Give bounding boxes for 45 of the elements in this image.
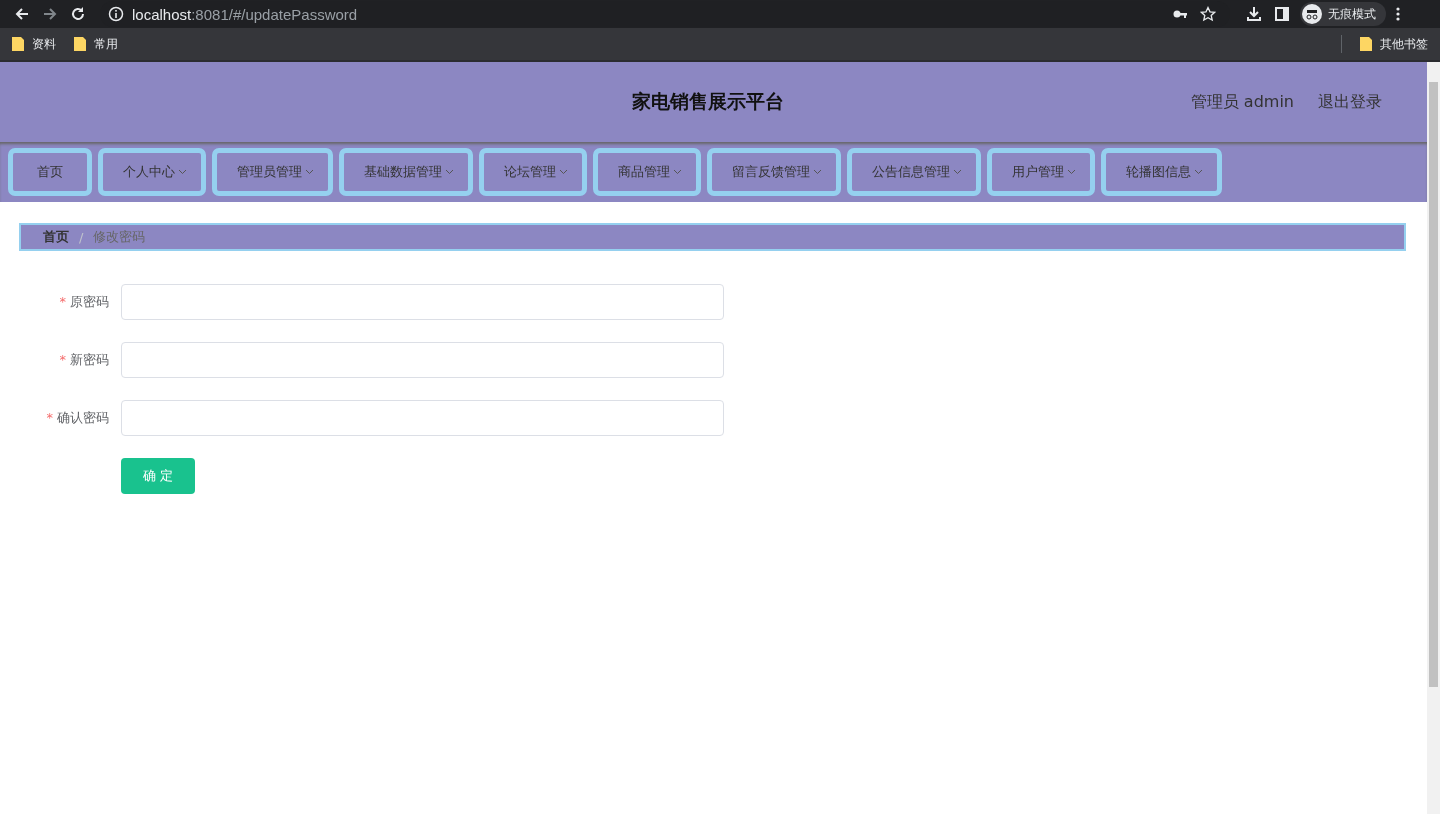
side-panel-icon[interactable] (1274, 6, 1290, 22)
incognito-icon (1302, 4, 1322, 24)
password-field[interactable] (121, 400, 724, 436)
folder-icon (12, 37, 24, 51)
required-mark: * (59, 294, 66, 309)
nav-menu-item[interactable]: 商品管理 (593, 148, 701, 196)
logout-link[interactable]: 退出登录 (1318, 91, 1382, 113)
folder-icon (1360, 37, 1372, 51)
field-label: 确认密码 (57, 410, 109, 425)
nav-menu-item[interactable]: 基础数据管理 (339, 148, 473, 196)
bookmark-item[interactable]: 其他书签 (1360, 35, 1428, 53)
nav-menu-item[interactable]: 个人中心 (98, 148, 206, 196)
required-mark: * (46, 410, 53, 425)
user-name: 管理员 admin (1190, 91, 1294, 113)
more-icon[interactable] (1396, 6, 1400, 22)
nav-menu-item[interactable]: 论坛管理 (479, 148, 587, 196)
password-field[interactable] (121, 342, 724, 378)
forward-icon[interactable] (42, 6, 58, 22)
profile-button[interactable]: 无痕模式 (1300, 2, 1386, 26)
field-label: 原密码 (70, 294, 109, 309)
scrollbar[interactable] (1427, 62, 1440, 814)
star-icon[interactable] (1200, 6, 1216, 22)
reload-icon[interactable] (70, 6, 86, 22)
field-label: 新密码 (70, 352, 109, 367)
required-mark: * (59, 352, 66, 367)
bookmark-item[interactable]: 资料 (12, 35, 56, 53)
site-title: 家电销售展示平台 (632, 89, 784, 114)
nav-menu-item[interactable]: 用户管理 (987, 148, 1095, 196)
download-icon[interactable] (1246, 6, 1262, 22)
url-text: localhost:8081/#/updatePassword (132, 5, 358, 23)
confirm-button[interactable]: 确 定 (121, 458, 195, 494)
nav-menu-item[interactable]: 公告信息管理 (847, 148, 981, 196)
scrollbar-thumb[interactable] (1429, 82, 1438, 687)
bookmark-item[interactable]: 常用 (74, 35, 118, 53)
nav-menu-item[interactable]: 管理员管理 (212, 148, 333, 196)
nav-menu-item[interactable]: 首页 (8, 148, 92, 196)
nav-menu-item[interactable]: 轮播图信息 (1101, 148, 1222, 196)
password-field[interactable] (121, 284, 724, 320)
folder-icon (74, 37, 86, 51)
breadcrumb-separator: / (79, 229, 84, 245)
back-icon[interactable] (14, 6, 30, 22)
breadcrumb-item[interactable]: 首页 (43, 228, 69, 246)
nav-menu-item[interactable]: 留言反馈管理 (707, 148, 841, 196)
info-icon[interactable] (108, 6, 124, 22)
breadcrumb-item: 修改密码 (93, 228, 146, 246)
